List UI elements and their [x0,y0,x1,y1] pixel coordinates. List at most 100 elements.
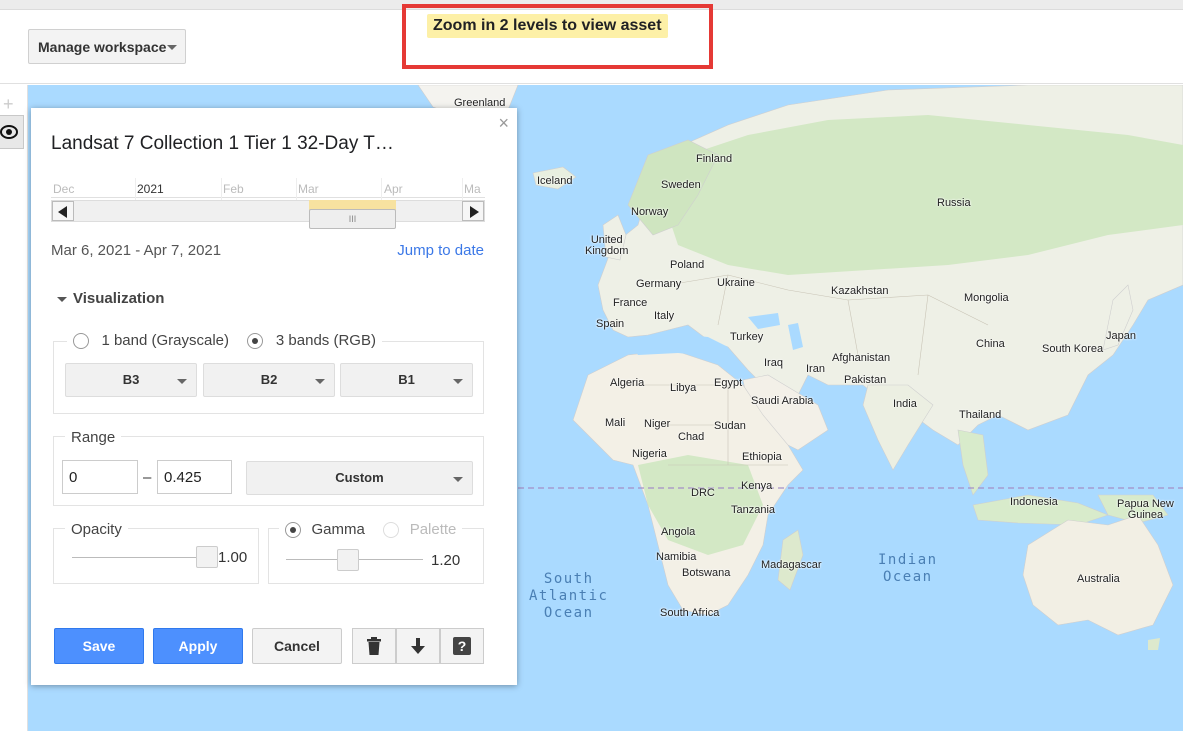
timeline-labels: Dec 2021 Feb Mar Apr Ma [51,178,485,198]
timeline-label: Feb [223,182,244,196]
svg-text:?: ? [458,638,467,654]
radio-icon [383,521,400,538]
timeline-label: Ma [464,182,481,196]
map-label: Spain [596,318,625,330]
chevron-down-icon [315,379,325,384]
ocean-label: South Atlantic Ocean [529,571,609,621]
gamma-slider-thumb[interactable] [336,549,359,571]
cancel-button[interactable]: Cancel [252,628,342,664]
radio-selected-icon [247,332,264,349]
layer-visualization-panel: × Landsat 7 Collection 1 Tier 1 32-Day T… [31,108,517,685]
chevron-down-icon [453,379,463,384]
map-label: France [613,297,648,309]
map-label: Chad [678,431,705,443]
timeline-label: 2021 [137,182,164,196]
map-label: China [976,338,1005,350]
range-dash: – [143,469,152,486]
map-label: Russia [937,197,971,209]
red-band-select[interactable]: B3 [65,363,197,397]
map-label: Tanzania [731,504,776,516]
timeline-track[interactable] [51,200,485,222]
map-label: Iraq [764,357,783,369]
map-label: Thailand [959,409,1002,421]
map-label: Japan [1106,330,1136,342]
map-label: Madagascar [761,559,822,571]
apply-button[interactable]: Apply [153,628,243,664]
chevron-down-icon [167,45,177,50]
delete-button[interactable] [352,628,396,664]
green-band-select[interactable]: B2 [203,363,335,397]
timeline-label: Apr [384,182,403,196]
map-label: Mali [605,417,626,429]
blue-band-select[interactable]: B1 [340,363,473,397]
range-min-input[interactable] [62,460,138,494]
map-label: Mongolia [964,292,1009,304]
layer-visibility-button[interactable] [0,115,24,149]
red-band-value: B3 [122,372,140,387]
visualization-header: Visualization [73,290,165,307]
map-label: Niger [644,418,671,430]
highlight-annotation-box [402,4,713,69]
map-label: Libya [670,382,697,394]
manage-workspace-button[interactable]: Manage workspace [28,29,186,64]
radio-grayscale-label: 1 band (Grayscale) [101,332,230,350]
map-label: Saudi Arabia [751,395,814,407]
download-icon [411,638,425,654]
manage-workspace-label: Manage workspace [38,39,167,55]
trash-icon [367,637,381,655]
map-label: Papua New Guinea [1117,498,1174,521]
map-label: Pakistan [844,374,887,386]
timeline-label: Dec [53,182,75,196]
map-label: South Africa [660,607,720,619]
gamma-value: 1.20 [431,552,461,569]
left-toolbar [0,85,28,731]
radio-grayscale[interactable]: 1 band (Grayscale) [73,332,229,349]
range-mode-select[interactable]: Custom [246,461,473,495]
map-label: Ukraine [717,277,755,289]
map-label: Nigeria [632,448,667,460]
map-label: Poland [670,259,705,271]
help-button[interactable]: ? [440,628,484,664]
map-label: Finland [696,153,733,165]
map-label: India [893,398,917,410]
close-icon[interactable]: × [498,113,509,134]
radio-selected-icon [285,521,301,538]
map-label: Iceland [537,175,573,187]
timeline-next-button[interactable] [462,201,484,221]
date-range: Mar 6, 2021 - Apr 7, 2021 [51,242,222,259]
map-label: Namibia [656,551,697,563]
jump-to-date-link[interactable]: Jump to date [397,242,484,259]
map-label: Egypt [714,377,743,389]
range-max-input[interactable] [157,460,232,494]
opacity-slider-track[interactable] [72,557,205,558]
gamma-options: Gamma Palette [279,521,463,539]
map-label: Algeria [610,377,645,389]
radio-rgb[interactable]: 3 bands (RGB) [247,332,376,349]
map-label: Italy [654,310,675,322]
timeline-prev-button[interactable] [52,201,74,221]
range-mode-value: Custom [335,470,384,485]
map-label: Iran [806,363,825,375]
opacity-slider-thumb[interactable] [196,546,218,568]
map-label: Sweden [661,179,701,191]
layer-title: Landsat 7 Collection 1 Tier 1 32-Day T… [51,133,394,154]
map-label: Sudan [714,420,746,432]
range-legend: Range [65,429,122,446]
opacity-legend: Opacity [65,521,128,538]
radio-rgb-label: 3 bands (RGB) [275,332,376,350]
map-label: Norway [631,206,669,218]
visualization-section-toggle[interactable]: Visualization [57,290,164,307]
radio-palette[interactable]: Palette [383,521,456,538]
timeline[interactable]: Dec 2021 Feb Mar Apr Ma III [51,178,485,229]
map-label: Kenya [741,480,773,492]
help-icon: ? [453,637,471,655]
radio-gamma[interactable]: Gamma [285,521,365,538]
map-label: South Korea [1042,343,1104,355]
timeline-drag-handle[interactable]: III [309,209,396,229]
plus-icon[interactable]: + [3,94,14,115]
map-label: Ethiopia [742,451,782,463]
ocean-label: Indian Ocean [878,552,938,585]
save-button[interactable]: Save [54,628,144,664]
download-button[interactable] [396,628,440,664]
map-label: Australia [1077,573,1120,585]
